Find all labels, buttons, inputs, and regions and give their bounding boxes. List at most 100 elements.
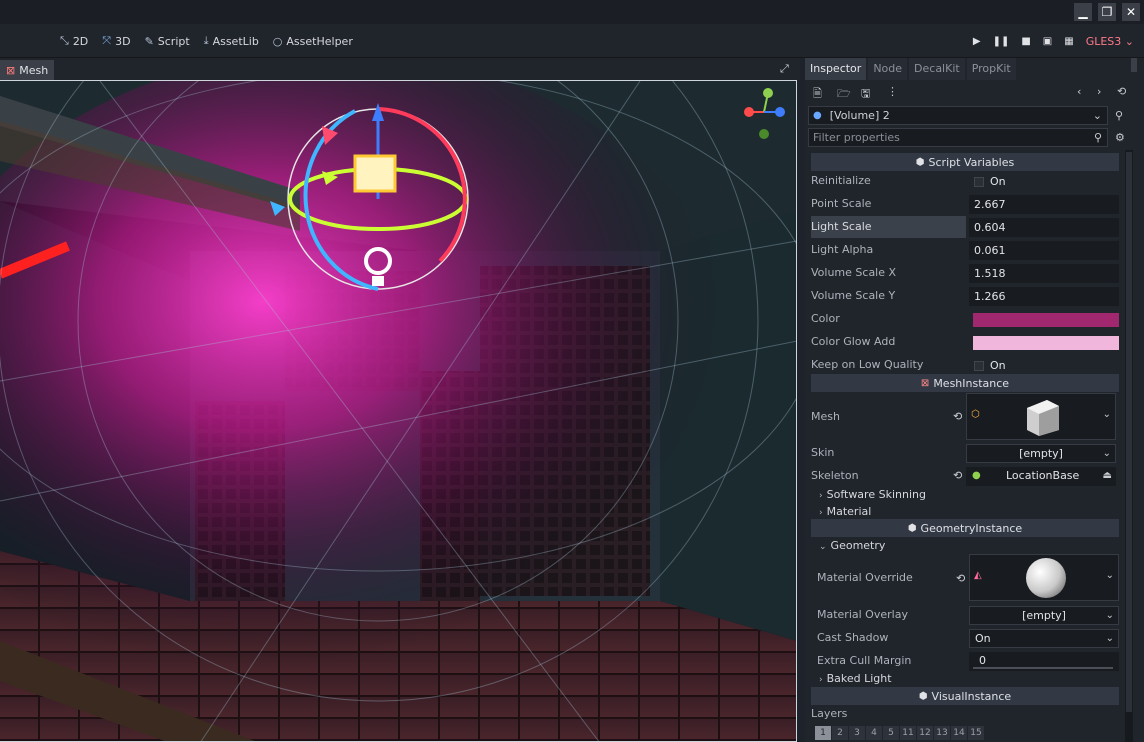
- subsection-geometry[interactable]: ⌄ Geometry: [811, 537, 1119, 554]
- section-mesh-instance[interactable]: ⊠ MeshInstance: [811, 374, 1119, 392]
- layer-toggle[interactable]: 15: [968, 726, 984, 740]
- prop-label: Skin: [811, 446, 835, 459]
- reinitialize-checkbox[interactable]: On: [969, 172, 1119, 191]
- object-selector[interactable]: ● [Volume] 2 ⌄: [808, 106, 1108, 125]
- subsection-software-skinning[interactable]: › Software Skinning: [811, 486, 1119, 503]
- history-icon[interactable]: ⟲: [1117, 85, 1126, 98]
- section-script-variables[interactable]: ⬢ Script Variables: [811, 153, 1119, 171]
- cube-icon: ⬢: [918, 690, 928, 702]
- prop-label: Light Scale: [811, 216, 966, 238]
- layer-toggle[interactable]: 5: [883, 726, 899, 740]
- tab-node[interactable]: Node: [868, 58, 908, 80]
- layer-toggle[interactable]: 2: [832, 726, 848, 740]
- prop-color: Color: [811, 308, 1119, 330]
- tab-propkit[interactable]: PropKit: [966, 58, 1016, 80]
- inspector-scrollbar[interactable]: [1125, 150, 1133, 742]
- open-folder-icon[interactable]: 🗁: [837, 85, 851, 104]
- layer-toggle[interactable]: 3: [849, 726, 865, 740]
- more-options-icon[interactable]: ⋮: [887, 85, 898, 98]
- main-toolbar: ⤡ 2D ⤧ 3D ✎ Script ⤓ AssetLib ○ AssetHelper ▶…: [0, 24, 1144, 58]
- volume-scale-x-input[interactable]: 1.518: [969, 264, 1119, 283]
- light-alpha-input[interactable]: 0.061: [969, 241, 1119, 260]
- section-geometry-instance[interactable]: ⬢ GeometryInstance: [811, 519, 1119, 537]
- skin-resource-picker[interactable]: [empty] ⌄: [966, 444, 1116, 463]
- mode-assethelper-button[interactable]: ○ AssetHelper: [273, 35, 353, 48]
- mesh-resource-picker[interactable]: ⬡ ⌄: [966, 393, 1116, 440]
- filter-options-icon[interactable]: ⚙: [1115, 131, 1125, 144]
- tab-decalkit[interactable]: DecalKit: [909, 58, 965, 80]
- cube-icon: ⬢: [915, 156, 925, 168]
- skeleton-nodepath[interactable]: ● LocationBase ⏏: [966, 467, 1116, 486]
- chevron-down-icon: ⌄: [819, 542, 827, 552]
- viewport-tabbar: ⊠ Mesh: [0, 58, 800, 80]
- new-resource-icon[interactable]: 🗎: [813, 85, 822, 104]
- 3d-viewport[interactable]: [0, 80, 797, 742]
- assign-node-icon[interactable]: ⏏: [1103, 467, 1112, 484]
- subsection-title: Software Skinning: [826, 488, 926, 501]
- reset-icon[interactable]: ⟲: [953, 469, 962, 482]
- subsection-title: Material: [826, 505, 872, 518]
- history-forward-icon[interactable]: ›: [1097, 85, 1101, 98]
- mesh-icon: ⊠: [920, 377, 930, 389]
- object-menu-icon[interactable]: ⚲: [1115, 109, 1123, 122]
- minimize-icon[interactable]: ▁: [1074, 3, 1092, 21]
- subsection-material[interactable]: › Material: [811, 503, 1119, 520]
- prop-label: Mesh: [811, 410, 840, 423]
- layer-toggle[interactable]: 4: [866, 726, 882, 740]
- mode-script-button[interactable]: ✎ Script: [145, 35, 190, 48]
- viewport-tab-mesh[interactable]: ⊠ Mesh: [0, 60, 55, 80]
- layer-toggle[interactable]: 11: [900, 726, 916, 740]
- layer-toggle[interactable]: 13: [934, 726, 950, 740]
- renderer-dropdown[interactable]: GLES3 ⌄: [1086, 35, 1134, 48]
- prop-volume-scale-x: Volume Scale X 1.518: [811, 262, 1119, 284]
- section-title: Script Variables: [928, 155, 1015, 169]
- subsection-baked-light[interactable]: › Baked Light: [811, 670, 1119, 687]
- assetlib-icon: ⤓: [203, 34, 209, 47]
- chevron-right-icon: ›: [819, 675, 823, 685]
- play-icon[interactable]: ▶: [973, 36, 981, 47]
- chevron-down-icon: ⌄: [1105, 610, 1114, 621]
- history-back-icon[interactable]: ‹: [1077, 85, 1081, 98]
- pause-icon[interactable]: ❚❚: [993, 36, 1010, 47]
- layer-toggle[interactable]: 1: [815, 726, 831, 740]
- volume-scale-y-input[interactable]: 1.266: [969, 287, 1119, 306]
- cast-shadow-value: On: [975, 632, 991, 645]
- mode-2d-button[interactable]: ⤡ 2D: [60, 34, 88, 48]
- prop-label: Skeleton: [811, 469, 859, 482]
- material-override-picker[interactable]: ◭ ⌄: [969, 554, 1119, 601]
- material-overlay-picker[interactable]: [empty] ⌄: [969, 606, 1119, 625]
- prop-label: Color Glow Add: [811, 335, 896, 348]
- prop-point-scale: Point Scale 2.667: [811, 193, 1119, 215]
- point-scale-input[interactable]: 2.667: [969, 195, 1119, 214]
- save-icon[interactable]: 🖫: [861, 85, 870, 104]
- section-title: VisualInstance: [931, 689, 1012, 703]
- close-icon[interactable]: ✕: [1122, 3, 1140, 21]
- reset-icon[interactable]: ⟲: [956, 572, 965, 585]
- filter-properties-input[interactable]: Filter properties ⚲: [808, 128, 1108, 147]
- play-scene-icon[interactable]: ▣: [1043, 36, 1052, 47]
- extra-cull-slider[interactable]: 0: [969, 652, 1119, 671]
- mesh-icon: ⊠: [6, 63, 16, 77]
- layer-toggle[interactable]: 12: [917, 726, 933, 740]
- mode-3d-button[interactable]: ⤧ 3D: [102, 34, 130, 48]
- stop-icon[interactable]: ■: [1021, 36, 1030, 47]
- prop-label: Material Overlay: [817, 608, 908, 621]
- reset-icon[interactable]: ⟲: [953, 410, 962, 423]
- extra-cull-value: 0: [979, 654, 986, 667]
- layer-toggle[interactable]: 14: [951, 726, 967, 740]
- cast-shadow-dropdown[interactable]: On ⌄: [969, 629, 1119, 648]
- color-picker[interactable]: [973, 313, 1119, 327]
- color-glow-picker[interactable]: [973, 336, 1119, 350]
- mode-assetlib-button[interactable]: ⤓ AssetLib: [204, 34, 259, 48]
- mode-label: AssetHelper: [286, 34, 353, 48]
- inspector-dock: Inspector Node DecalKit PropKit 🗎 🗁 🖫 ⋮ …: [805, 58, 1144, 742]
- play-custom-icon[interactable]: ▦: [1064, 36, 1073, 47]
- maximize-icon[interactable]: ❐: [1098, 3, 1116, 21]
- title-bar: ▁ ❐ ✕: [0, 0, 1144, 24]
- light-scale-input[interactable]: 0.604: [969, 218, 1119, 237]
- mode-label: 3D: [115, 34, 131, 48]
- keep-low-quality-checkbox[interactable]: On: [969, 356, 1119, 375]
- fullscreen-icon[interactable]: ⤢: [780, 62, 789, 76]
- tab-inspector[interactable]: Inspector: [805, 58, 867, 80]
- prop-label: Keep on Low Quality: [811, 358, 924, 371]
